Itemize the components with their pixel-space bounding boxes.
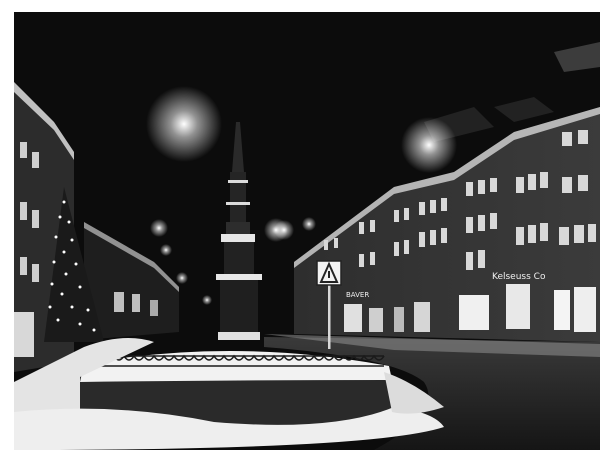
photo-scene: Kelseuss Co BAVER	[14, 12, 600, 450]
street-lamp-glow-center	[264, 218, 288, 242]
shop-sign-right: Kelseuss Co	[492, 272, 546, 282]
street-lamp-glow-left	[146, 86, 222, 162]
night-street-photo: Kelseuss Co BAVER	[14, 12, 600, 450]
street-lamp-glow-right	[401, 117, 457, 173]
postcard: Kelseuss Co BAVER	[0, 0, 609, 460]
shop-sign-left: BAVER	[346, 291, 369, 299]
